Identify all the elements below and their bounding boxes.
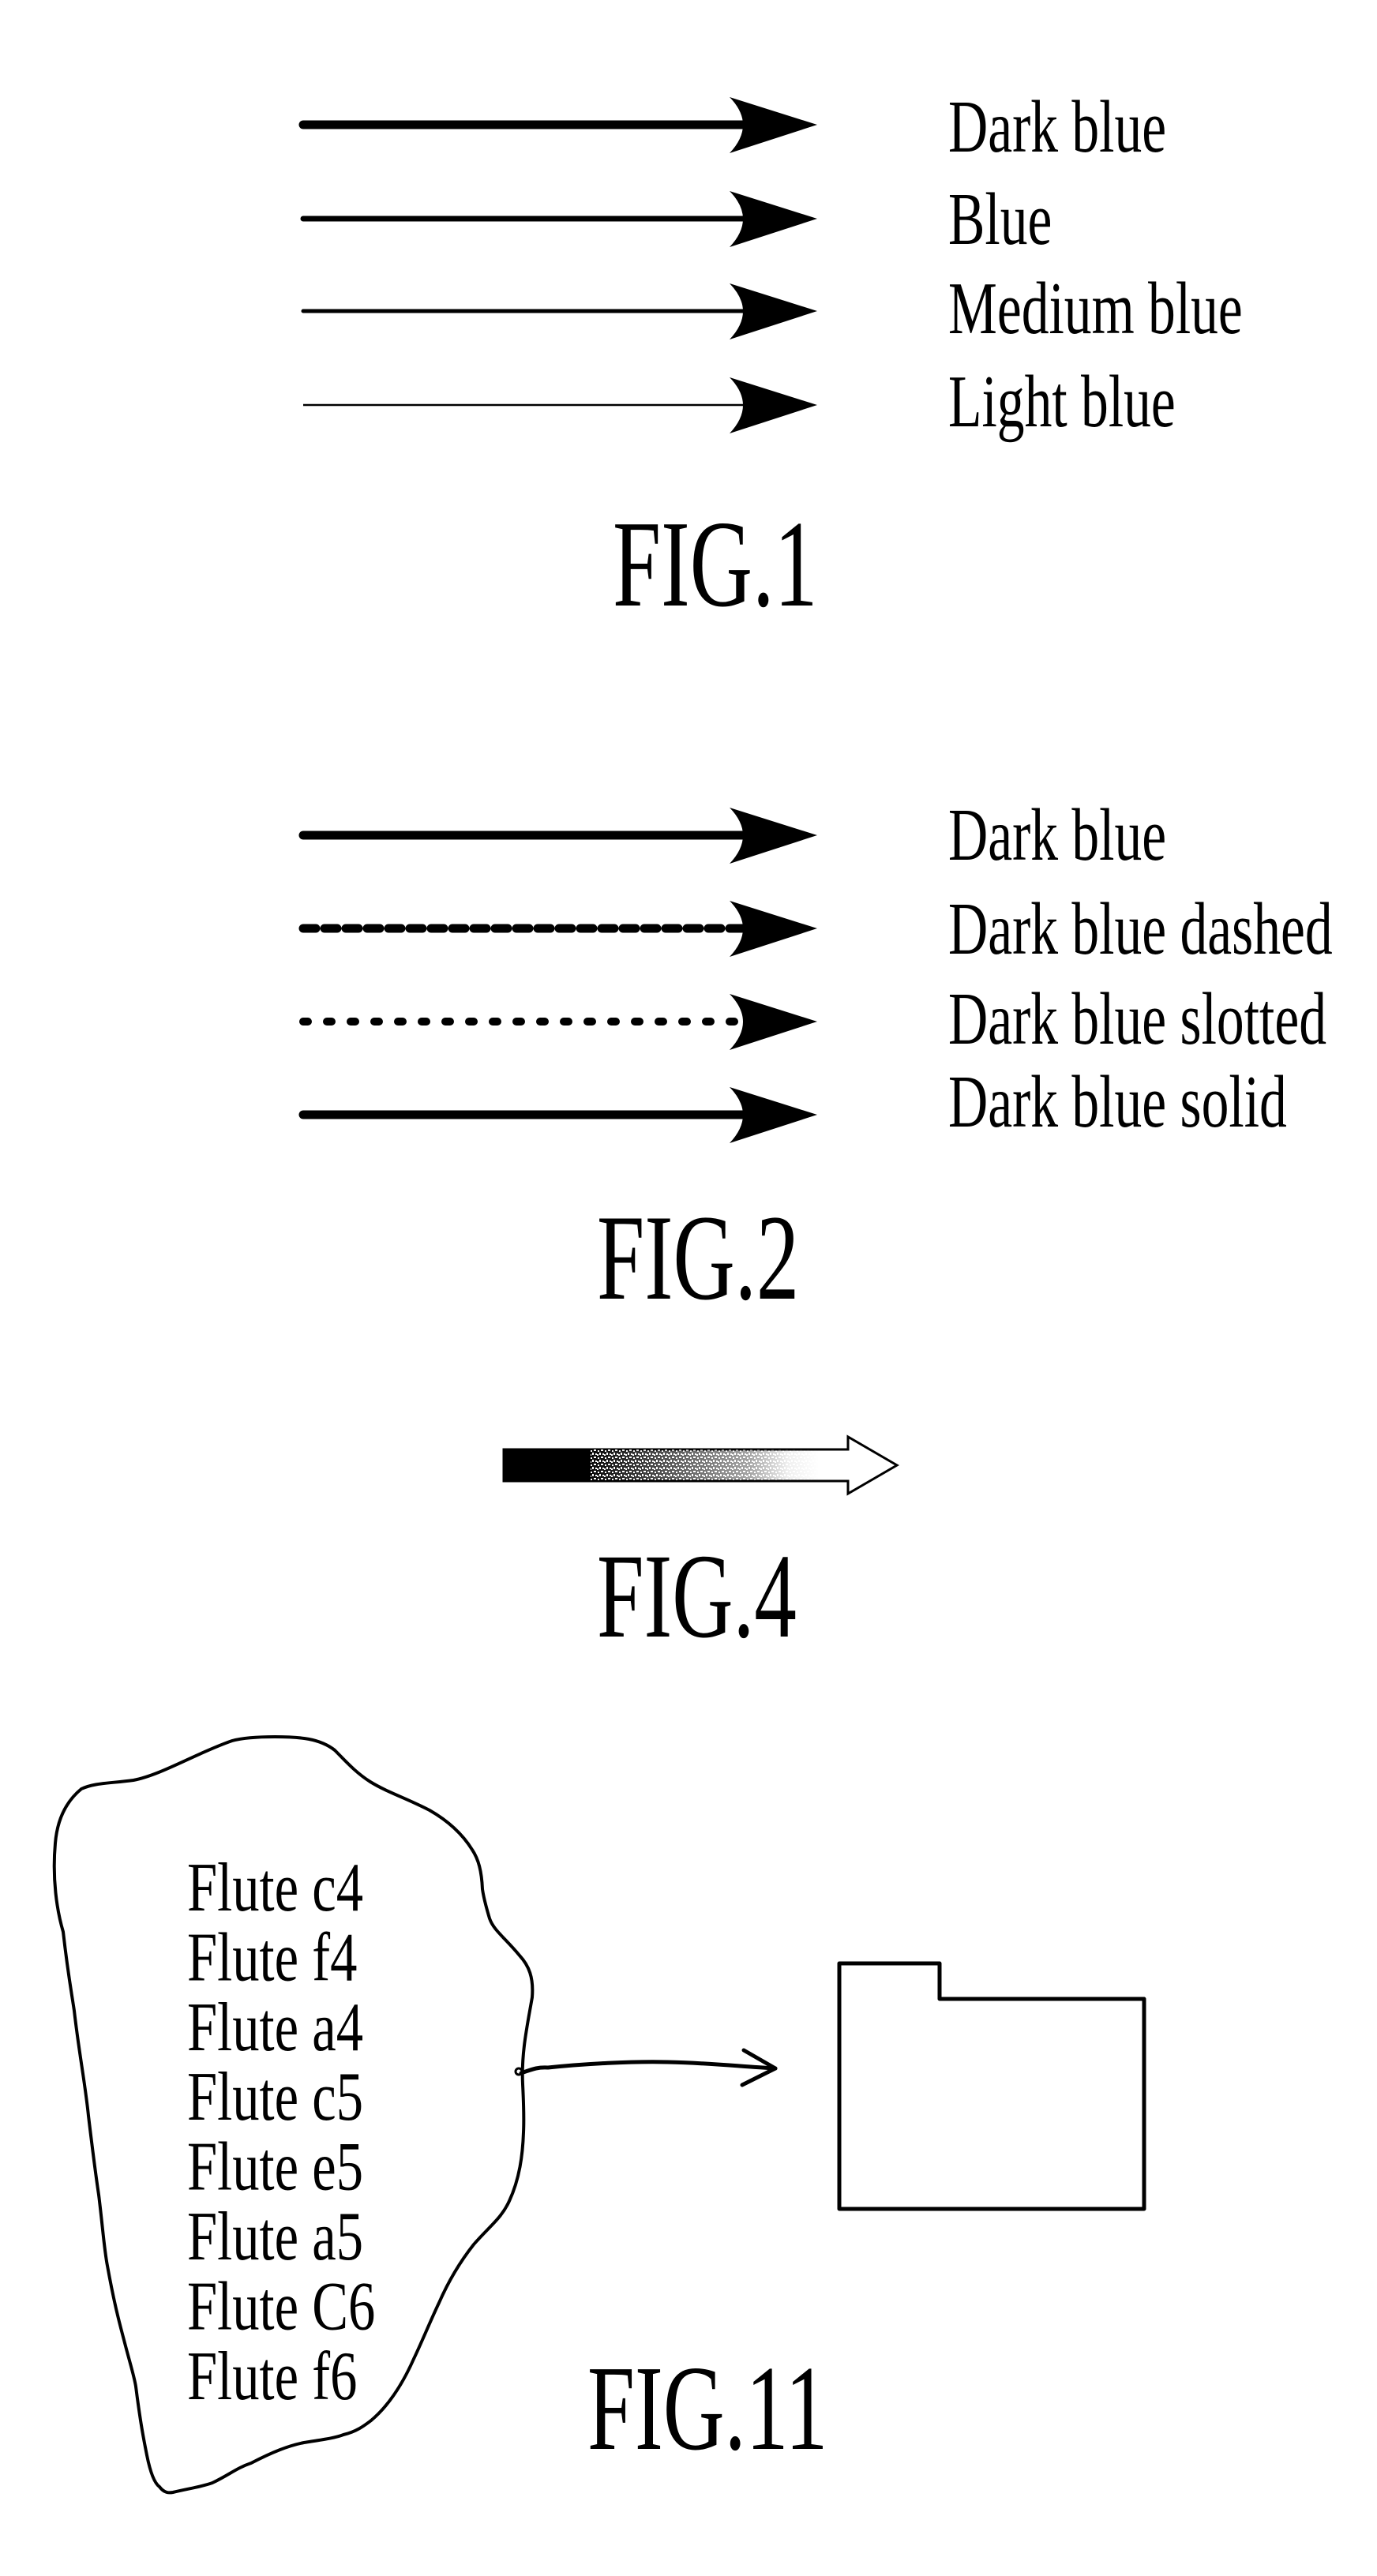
group-item: Flute e5 [187,2129,363,2206]
group-item-list: Flute c4Flute f4Flute a4Flute c5Flute e5… [187,1850,375,2415]
legend-label: Dark blue [948,793,1166,876]
figure-4: FIG.4 [502,1434,899,1663]
group-item: Flute a4 [187,1989,363,2066]
legend-label: Dark blue slotted [948,977,1326,1060]
group-item: Flute f6 [187,2338,357,2415]
figure-1-caption: FIG.1 [613,496,817,633]
group-item: Flute f4 [187,1919,357,1996]
legend-label: Medium blue [948,267,1243,350]
figure-11-caption: FIG.11 [587,2341,827,2475]
patent-drawing-sheet: Dark blue BlueMedium blue Light blue FIG.1… [52,85,1333,2495]
legend-label: Dark blue dashed [948,887,1333,970]
group-item: Flute c4 [187,1850,363,1926]
gradient-arrow-icon [502,1434,899,1496]
legend-label: Light blue [948,360,1176,443]
legend-arrow [298,1087,817,1143]
legend-label: Dark blue [948,85,1166,168]
legend-arrow [298,901,817,957]
legend-label: Blue [948,178,1052,261]
legend-label: Dark blue solid [948,1060,1287,1143]
figure-11: Flute c4Flute f4Flute a4Flute c5Flute e5… [52,1734,1146,2495]
figure-2: Dark blue Dark blue dashedDark blue slott… [298,793,1333,1325]
figure-1: Dark blue BlueMedium blue Light blue FIG.1 [298,85,1243,633]
group-item: Flute c5 [187,2059,363,2135]
legend-arrow [299,994,817,1050]
connector-arrow-line [519,2060,778,2075]
folder-icon [837,1961,1146,2211]
legend-arrow [298,808,817,864]
figure-4-caption: FIG.4 [597,1528,797,1663]
arrowhead-icon [730,994,817,1050]
legend-arrow [301,283,817,339]
legend-arrow [300,191,817,247]
legend-arrow [298,97,817,153]
figure-2-caption: FIG.2 [597,1190,799,1325]
group-item: Flute C6 [187,2268,375,2345]
group-item: Flute a5 [187,2199,363,2275]
legend-arrow [303,377,817,433]
